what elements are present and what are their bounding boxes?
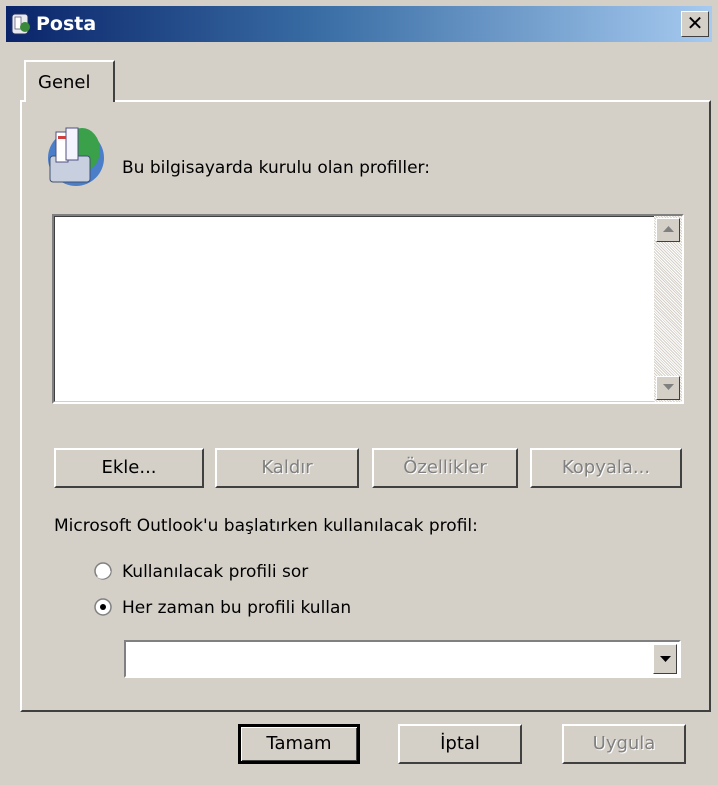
close-icon: ✕: [686, 11, 704, 35]
tab-panel: [20, 100, 711, 712]
vertical-scrollbar[interactable]: [654, 216, 682, 402]
scroll-up-button[interactable]: [656, 218, 680, 242]
radio-always-use-profile-label: Her zaman bu profili kullan: [122, 598, 352, 618]
tab-label: Genel: [38, 72, 91, 93]
title-bar[interactable]: Posta ✕: [6, 6, 712, 42]
profiles-listbox[interactable]: [52, 214, 684, 404]
close-button[interactable]: ✕: [681, 11, 709, 37]
profiles-label: Bu bilgisayarda kurulu olan profiller:: [122, 158, 430, 178]
radio-ask-profile[interactable]: [94, 562, 112, 580]
radio-ask-profile-label: Kullanılacak profili sor: [122, 562, 309, 582]
ok-button[interactable]: Tamam: [238, 724, 360, 764]
window-title: Posta: [36, 13, 97, 35]
posta-dialog: Posta ✕ Genel Bu bilgisayarda kurulu ola…: [0, 0, 718, 785]
scroll-down-button[interactable]: [656, 376, 680, 400]
add-button[interactable]: Ekle...: [54, 448, 204, 488]
mail-app-icon: [11, 13, 30, 35]
chevron-down-icon: [660, 656, 671, 662]
startup-profile-label: Microsoft Outlook'u başlatırken kullanıl…: [54, 516, 478, 536]
copy-button[interactable]: Kopyala...: [530, 448, 682, 488]
properties-button[interactable]: Özellikler: [372, 448, 518, 488]
radio-always-use-profile[interactable]: [94, 598, 112, 616]
cancel-button[interactable]: İptal: [398, 724, 522, 764]
tab-genel[interactable]: Genel: [24, 60, 115, 102]
remove-button[interactable]: Kaldır: [215, 448, 359, 488]
profile-select[interactable]: [124, 640, 681, 678]
arrow-down-icon: [663, 384, 674, 390]
mail-profiles-icon: [48, 127, 104, 186]
profile-select-dropdown-button[interactable]: [653, 644, 677, 674]
arrow-up-icon: [663, 226, 674, 232]
apply-button[interactable]: Uygula: [562, 724, 686, 764]
